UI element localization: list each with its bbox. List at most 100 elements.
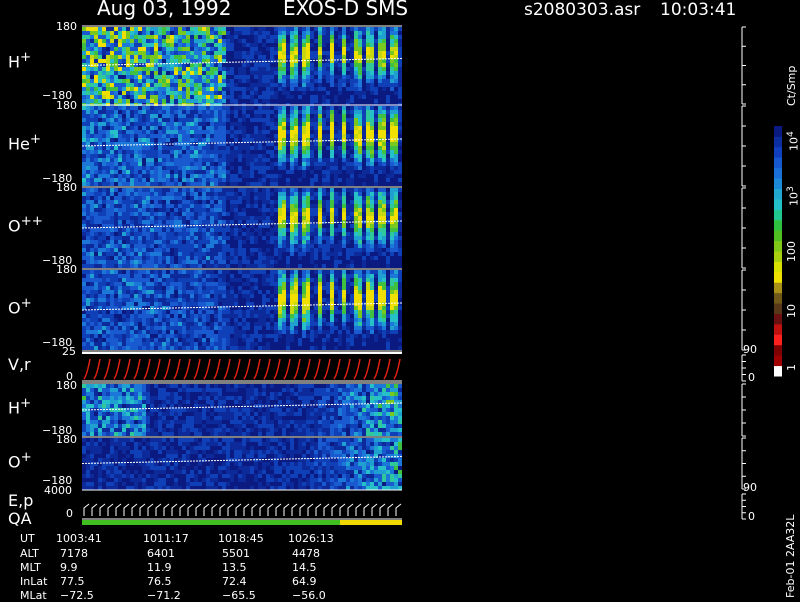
heatmap-cell	[206, 170, 210, 174]
heatmap-cell	[82, 224, 86, 228]
heatmap-cell	[382, 59, 386, 63]
heatmap-cell	[118, 83, 122, 87]
heatmap-cell	[166, 71, 170, 75]
heatmap-cell	[110, 39, 114, 43]
heatmap-cell	[150, 87, 154, 91]
heatmap-cell	[214, 55, 218, 59]
heatmap-cell	[210, 87, 214, 91]
heatmap-cell	[142, 260, 146, 264]
heatmap-cell	[262, 118, 266, 122]
heatmap-cell	[290, 240, 294, 244]
heatmap-cell	[86, 216, 90, 220]
heatmap-cell	[382, 31, 386, 35]
heatmap-cell	[302, 87, 306, 91]
heatmap-cell	[194, 240, 198, 244]
heatmap-cell	[318, 47, 322, 51]
heatmap-cell	[106, 174, 110, 178]
heatmap-cell	[106, 138, 110, 142]
heatmap-cell	[318, 51, 322, 55]
heatmap-cell	[110, 228, 114, 232]
heatmap-cell	[234, 252, 238, 256]
heatmap-cell	[302, 232, 306, 236]
heatmap-cell	[202, 264, 206, 268]
heatmap-cell	[370, 200, 374, 204]
heatmap-cell	[86, 134, 90, 138]
heatmap-cell	[130, 39, 134, 43]
heatmap-cell	[338, 236, 342, 240]
heatmap-cell	[226, 63, 230, 67]
heatmap-cell	[162, 244, 166, 248]
heatmap-cell	[302, 162, 306, 166]
heatmap-cell	[178, 91, 182, 95]
heatmap-cell	[234, 264, 238, 268]
heatmap-cell	[82, 162, 86, 166]
heatmap-cell	[94, 208, 98, 212]
heatmap-cell	[134, 154, 138, 158]
heatmap-cell	[294, 114, 298, 118]
heatmap-cell	[174, 178, 178, 182]
heatmap-cell	[110, 71, 114, 75]
heatmap-cell	[98, 264, 102, 268]
heatmap-cell	[158, 166, 162, 170]
heatmap-cell	[114, 264, 118, 268]
heatmap-cell	[282, 142, 286, 146]
heatmap-cell	[378, 39, 382, 43]
heatmap-cell	[98, 122, 102, 126]
heatmap-cell	[106, 71, 110, 75]
heatmap-cell	[222, 146, 226, 150]
heatmap-cell	[294, 110, 298, 114]
heatmap-cell	[166, 248, 170, 252]
heatmap-cell	[382, 39, 386, 43]
heatmap-cell	[238, 208, 242, 212]
heatmap-cell	[270, 27, 274, 31]
heatmap-cell	[322, 158, 326, 162]
heatmap-cell	[322, 79, 326, 83]
heatmap-cell	[278, 99, 282, 103]
heatmap-cell	[118, 114, 122, 118]
heatmap-cell	[342, 188, 346, 192]
heatmap-cell	[266, 212, 270, 216]
heatmap-cell	[194, 232, 198, 236]
heatmap-cell	[138, 220, 142, 224]
heatmap-cell	[186, 122, 190, 126]
heatmap-cell	[354, 264, 358, 268]
heatmap-cell	[110, 330, 114, 334]
heatmap-cell	[386, 71, 390, 75]
heatmap-cell	[118, 47, 122, 51]
heatmap-cell	[342, 91, 346, 95]
heatmap-cell	[222, 264, 226, 268]
heatmap-cell	[122, 95, 126, 99]
heatmap-cell	[226, 260, 230, 264]
heatmap-cell	[182, 244, 186, 248]
heatmap-cell	[98, 75, 102, 79]
heatmap-cell	[370, 130, 374, 134]
heatmap-cell	[262, 99, 266, 103]
heatmap-cell	[234, 260, 238, 264]
heatmap-cell	[122, 122, 126, 126]
heatmap-cell	[182, 47, 186, 51]
heatmap-cell	[162, 178, 166, 182]
heatmap-cell	[130, 63, 134, 67]
heatmap-cell	[370, 87, 374, 91]
heatmap-cell	[110, 79, 114, 83]
heatmap-cell	[226, 200, 230, 204]
heatmap-cell	[366, 150, 370, 154]
heatmap-cell	[238, 162, 242, 166]
heatmap-cell	[254, 200, 258, 204]
heatmap-cell	[94, 342, 98, 346]
heatmap-cell	[278, 79, 282, 83]
heatmap-cell	[294, 178, 298, 182]
heatmap-cell	[254, 216, 258, 220]
heatmap-cell	[250, 71, 254, 75]
heatmap-cell	[174, 216, 178, 220]
heatmap-cell	[194, 220, 198, 224]
heatmap-cell	[126, 150, 130, 154]
heatmap-cell	[126, 95, 130, 99]
heatmap-cell	[334, 63, 338, 67]
heatmap-cell	[154, 59, 158, 63]
heatmap-cell	[234, 150, 238, 154]
heatmap-cell	[326, 220, 330, 224]
heatmap-cell	[226, 43, 230, 47]
heatmap-cell	[382, 146, 386, 150]
heatmap-cell	[170, 27, 174, 31]
